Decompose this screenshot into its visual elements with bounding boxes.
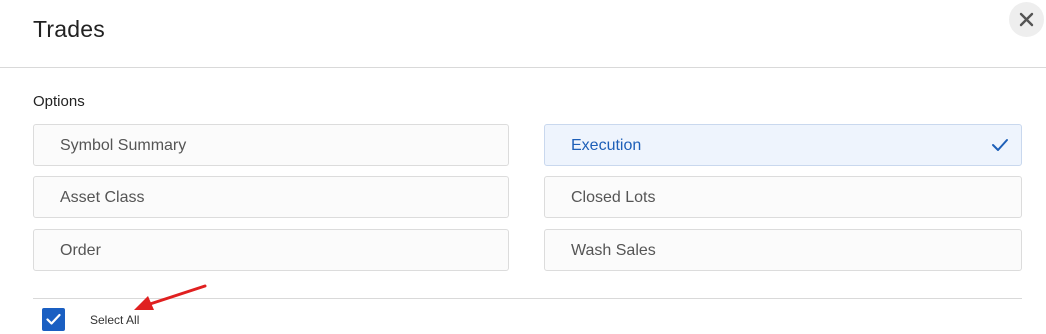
close-icon (1019, 12, 1034, 27)
option-label: Asset Class (60, 189, 145, 206)
option-label: Execution (571, 137, 642, 154)
close-button[interactable] (1009, 2, 1044, 37)
checkmark-icon (992, 139, 1008, 151)
trades-dialog: Trades Options Symbol Summary Execution … (0, 0, 1046, 334)
option-label: Closed Lots (571, 189, 656, 206)
option-order[interactable]: Order (33, 229, 509, 271)
options-section-label: Options (33, 93, 85, 110)
dialog-title: Trades (33, 16, 105, 42)
dialog-header: Trades (0, 0, 1046, 68)
option-label: Order (60, 242, 101, 259)
annotation-arrow-icon (134, 284, 207, 310)
option-execution[interactable]: Execution (544, 124, 1022, 166)
option-symbol-summary[interactable]: Symbol Summary (33, 124, 509, 166)
option-closed-lots[interactable]: Closed Lots (544, 176, 1022, 218)
select-all-checkbox[interactable] (42, 308, 65, 331)
option-label: Symbol Summary (60, 137, 187, 154)
option-wash-sales[interactable]: Wash Sales (544, 229, 1022, 271)
option-asset-class[interactable]: Asset Class (33, 176, 509, 218)
option-label: Wash Sales (571, 242, 656, 259)
checkmark-icon (46, 313, 61, 325)
